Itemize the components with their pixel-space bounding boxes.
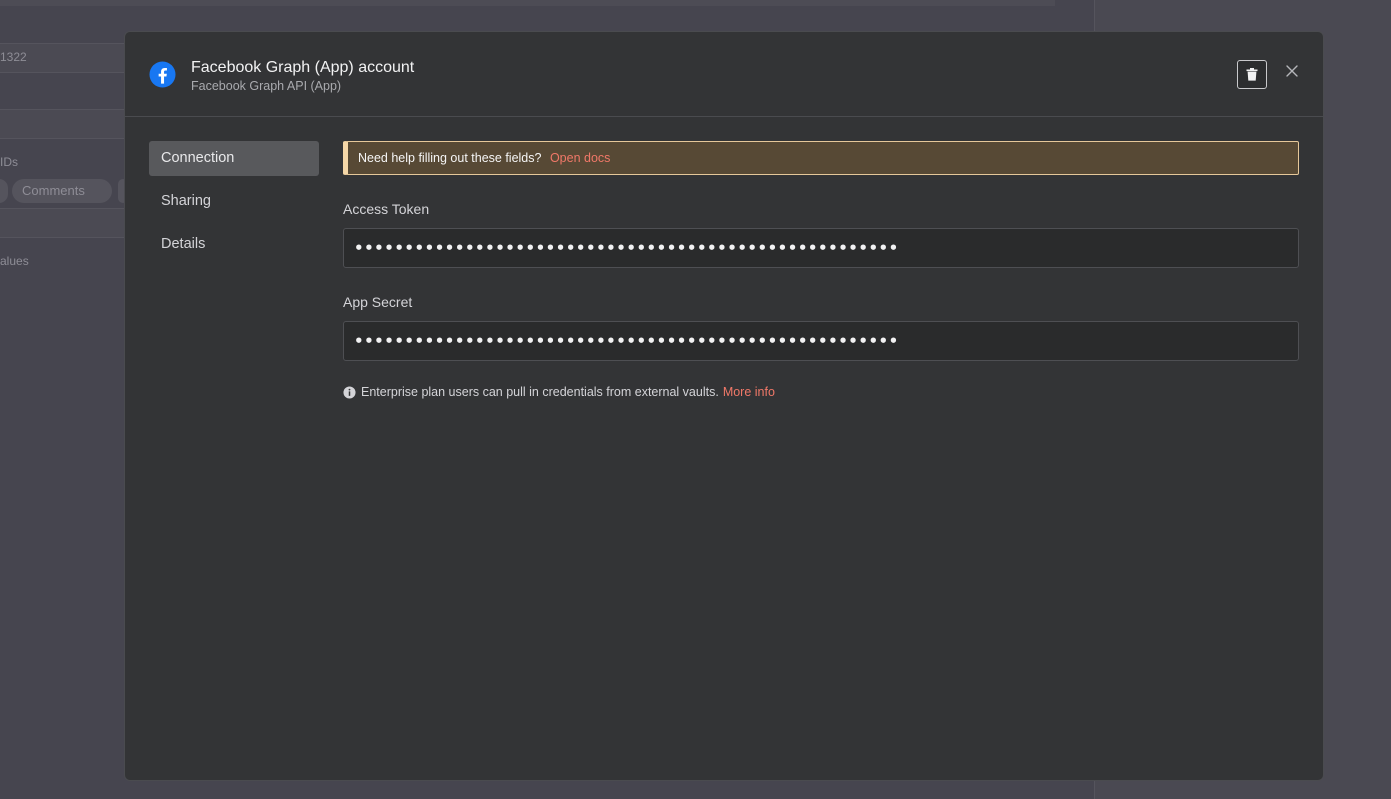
more-info-link[interactable]: More info [723,385,775,399]
help-notice-text: Need help filling out these fields? [358,151,542,165]
vault-info: Enterprise plan users can pull in creden… [343,385,1299,399]
trash-icon [1246,68,1258,81]
access-token-input[interactable]: ••••••••••••••••••••••••••••••••••••••••… [343,228,1299,268]
background-pill [0,179,8,203]
modal-content: Need help filling out these fields? Open… [343,141,1299,399]
sidebar-item-details[interactable]: Details [149,227,319,262]
app-secret-label: App Secret [343,294,413,310]
delete-button[interactable] [1237,60,1267,89]
sidebar-item-connection[interactable]: Connection [149,141,319,176]
modal-header: Facebook Graph (App) account Facebook Gr… [125,32,1323,117]
modal-title: Facebook Graph (App) account [191,59,415,76]
help-notice: Need help filling out these fields? Open… [343,141,1299,175]
modal-sidebar: Connection Sharing Details [149,141,319,270]
background-section-ids: IDs [0,155,18,169]
background-pill-comments: Comments [12,179,112,203]
background-section-values: alues [0,254,29,268]
access-token-label: Access Token [343,201,430,217]
app-secret-input[interactable]: ••••••••••••••••••••••••••••••••••••••••… [343,321,1299,361]
background-row-value: 1322 [0,50,27,64]
facebook-icon [149,61,176,88]
info-icon [343,385,356,399]
background-topbar [0,0,1055,6]
close-icon[interactable] [1283,62,1301,80]
open-docs-link[interactable]: Open docs [550,151,610,165]
vault-info-text: Enterprise plan users can pull in creden… [361,385,719,399]
modal-subtitle: Facebook Graph API (App) [191,79,342,93]
background-row [0,208,130,238]
background-row [0,109,130,139]
sidebar-item-sharing[interactable]: Sharing [149,184,319,219]
credential-modal: Facebook Graph (App) account Facebook Gr… [124,31,1324,781]
